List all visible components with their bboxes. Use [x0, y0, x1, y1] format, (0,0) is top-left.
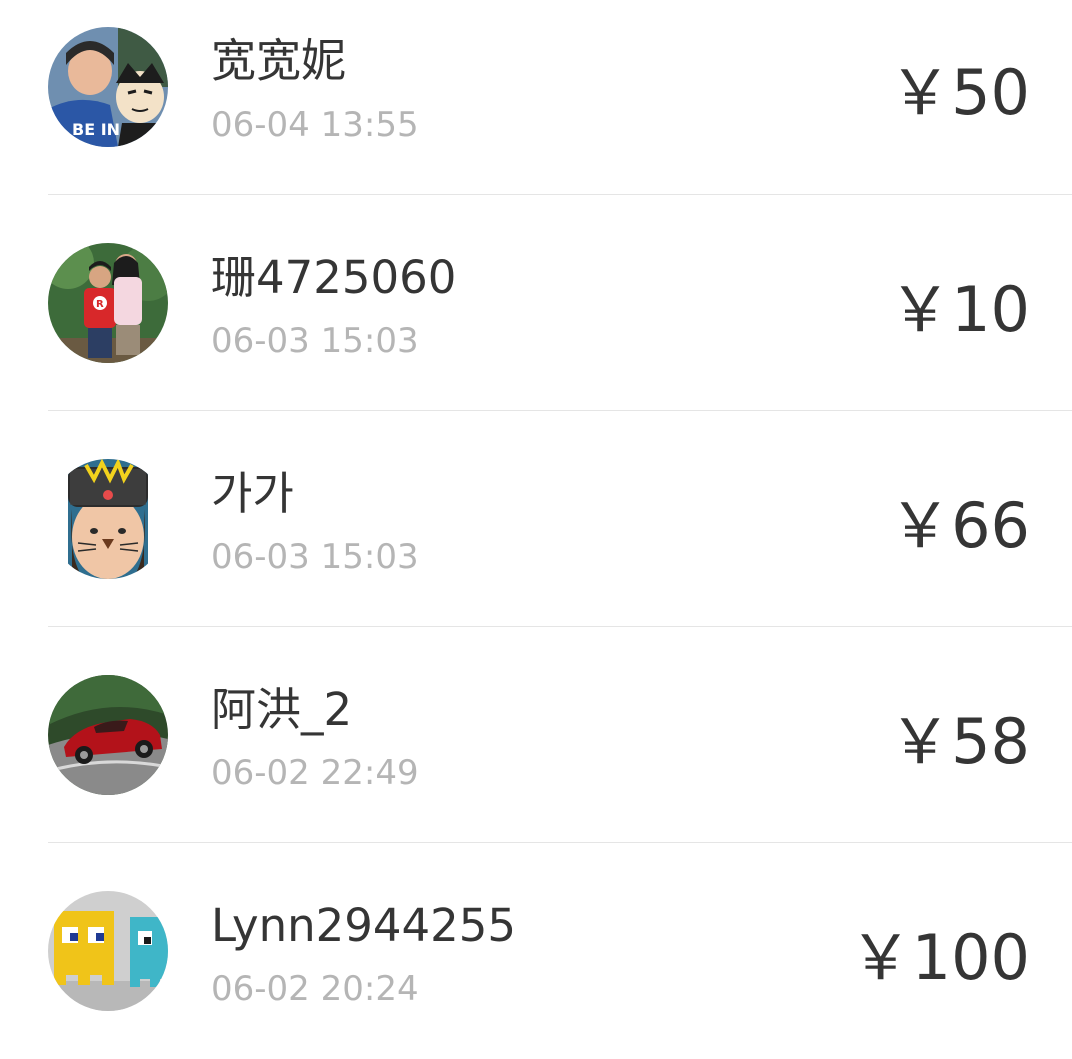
svg-text:R: R [96, 299, 104, 310]
avatar[interactable] [48, 459, 168, 579]
donation-amount: ￥66 [889, 489, 1030, 562]
donation-time: 06-03 15:03 [211, 537, 419, 577]
donation-time: 06-03 15:03 [211, 321, 419, 361]
avatar[interactable] [48, 675, 168, 795]
avatar[interactable]: BE IN [48, 27, 168, 147]
donation-amount: ￥50 [889, 56, 1030, 129]
donor-name: 가가 [211, 467, 294, 520]
donor-name: 阿洪_2 [211, 683, 353, 736]
avatar-girl-with-crown-hat-icon [48, 459, 168, 579]
donation-time: 06-04 13:55 [211, 105, 419, 145]
donation-time: 06-02 20:24 [211, 969, 419, 1009]
donation-list: BE IN 宽宽妮 06-04 13:55 ￥50 R 珊4725060 06-… [0, 0, 1072, 1059]
avatar-girl-with-cartoon-mascot-icon: BE IN [48, 27, 168, 147]
avatar-red-sports-car-icon [48, 675, 168, 795]
list-item[interactable]: R 珊4725060 06-03 15:03 ￥10 [0, 195, 1072, 411]
donor-name: 珊4725060 [211, 251, 457, 304]
list-item[interactable]: Lynn2944255 06-02 20:24 ￥100 [0, 843, 1072, 1059]
donor-name: 宽宽妮 [211, 34, 347, 87]
donation-amount: ￥58 [889, 705, 1030, 778]
donation-amount: ￥100 [849, 921, 1030, 994]
list-item[interactable]: 가가 06-03 15:03 ￥66 [0, 411, 1072, 627]
svg-text:BE IN: BE IN [72, 120, 120, 139]
avatar[interactable]: R [48, 243, 168, 363]
donation-time: 06-02 22:49 [211, 753, 419, 793]
avatar-pixel-ghost-wall-art-icon [48, 891, 168, 1011]
avatar[interactable] [48, 891, 168, 1011]
list-item[interactable]: 阿洪_2 06-02 22:49 ￥58 [0, 627, 1072, 843]
avatar-two-children-outdoors-icon: R [48, 243, 168, 363]
donor-name: Lynn2944255 [211, 899, 517, 952]
donation-amount: ￥10 [889, 273, 1030, 346]
list-item[interactable]: BE IN 宽宽妮 06-04 13:55 ￥50 [0, 0, 1072, 195]
